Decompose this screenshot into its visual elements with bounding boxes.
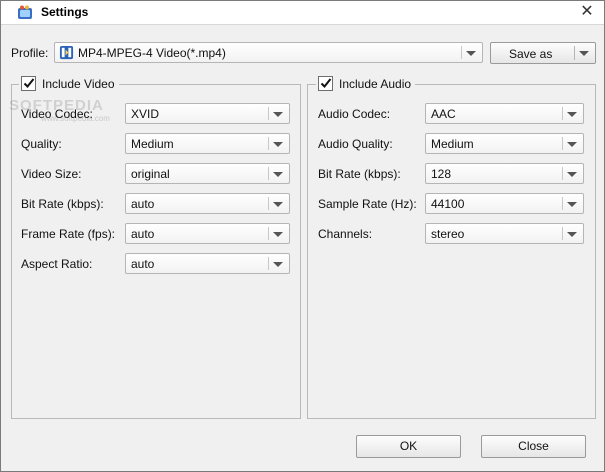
- sample-rate-value: 44100: [431, 197, 465, 211]
- audio-bit-rate-value: 128: [431, 167, 452, 181]
- close-button[interactable]: Close: [481, 435, 586, 458]
- include-video-checkbox[interactable]: [21, 76, 36, 91]
- save-as-button[interactable]: Save as: [490, 42, 596, 64]
- chevron-down-icon[interactable]: [273, 232, 283, 237]
- title-bar: Settings ✕: [1, 1, 604, 25]
- chevron-down-icon[interactable]: [567, 232, 577, 237]
- video-size-value: original: [131, 167, 170, 181]
- profile-select[interactable]: MP4-MPEG-4 Video(*.mp4): [54, 42, 483, 63]
- channels-label: Channels:: [318, 227, 373, 241]
- video-size-select[interactable]: original: [125, 163, 290, 184]
- close-icon[interactable]: ✕: [579, 4, 595, 20]
- channels-value: stereo: [431, 227, 465, 241]
- chevron-down-icon[interactable]: [567, 202, 577, 207]
- channels-select[interactable]: stereo: [425, 223, 584, 244]
- video-codec-select[interactable]: XVID: [125, 103, 290, 124]
- audio-bit-rate-label: Bit Rate (kbps):: [318, 167, 401, 181]
- profile-label: Profile:: [11, 46, 49, 60]
- chevron-down-icon[interactable]: [466, 51, 476, 56]
- sample-rate-select[interactable]: 44100: [425, 193, 584, 214]
- quality-label: Quality:: [21, 137, 62, 151]
- chevron-down-icon[interactable]: [567, 112, 577, 117]
- mp4-file-icon: [59, 45, 74, 60]
- frame-rate-label: Frame Rate (fps):: [21, 227, 116, 241]
- audio-codec-label: Audio Codec:: [318, 107, 391, 121]
- chevron-down-icon[interactable]: [273, 172, 283, 177]
- save-as-label: Save as: [509, 47, 553, 61]
- include-video-label: Include Video: [42, 76, 115, 91]
- include-audio-legend: Include Audio: [316, 76, 416, 91]
- video-bit-rate-label: Bit Rate (kbps):: [21, 197, 104, 211]
- window-title: Settings: [41, 5, 89, 19]
- audio-quality-label: Audio Quality:: [318, 137, 393, 151]
- chevron-down-icon[interactable]: [273, 142, 283, 147]
- quality-select[interactable]: Medium: [125, 133, 290, 154]
- audio-quality-select[interactable]: Medium: [425, 133, 584, 154]
- chevron-down-icon[interactable]: [273, 112, 283, 117]
- profile-value: MP4-MPEG-4 Video(*.mp4): [78, 46, 226, 60]
- chevron-down-icon[interactable]: [567, 172, 577, 177]
- chevron-down-icon[interactable]: [273, 202, 283, 207]
- quality-value: Medium: [131, 137, 174, 151]
- app-icon: [18, 5, 32, 19]
- frame-rate-select[interactable]: auto: [125, 223, 290, 244]
- audio-codec-value: AAC: [431, 107, 456, 121]
- chevron-down-icon[interactable]: [273, 262, 283, 267]
- video-codec-label: Video Codec:: [21, 107, 93, 121]
- include-video-legend: Include Video: [19, 76, 119, 91]
- audio-bit-rate-select[interactable]: 128: [425, 163, 584, 184]
- include-audio-label: Include Audio: [339, 76, 412, 91]
- settings-dialog: Settings ✕ Profile: MP4-MPEG-4 Video(*.m…: [0, 0, 605, 472]
- audio-codec-select[interactable]: AAC: [425, 103, 584, 124]
- video-codec-value: XVID: [131, 107, 160, 121]
- chevron-down-icon[interactable]: [579, 51, 589, 56]
- aspect-ratio-label: Aspect Ratio:: [21, 257, 93, 271]
- chevron-down-icon[interactable]: [567, 142, 577, 147]
- audio-quality-value: Medium: [431, 137, 474, 151]
- video-bit-rate-value: auto: [131, 197, 155, 211]
- include-audio-checkbox[interactable]: [318, 76, 333, 91]
- ok-button[interactable]: OK: [356, 435, 461, 458]
- aspect-ratio-value: auto: [131, 257, 155, 271]
- aspect-ratio-select[interactable]: auto: [125, 253, 290, 274]
- video-size-label: Video Size:: [21, 167, 82, 181]
- sample-rate-label: Sample Rate (Hz):: [318, 197, 417, 211]
- video-bit-rate-select[interactable]: auto: [125, 193, 290, 214]
- checkmark-icon: [23, 78, 35, 88]
- checkmark-icon: [320, 78, 332, 88]
- frame-rate-value: auto: [131, 227, 155, 241]
